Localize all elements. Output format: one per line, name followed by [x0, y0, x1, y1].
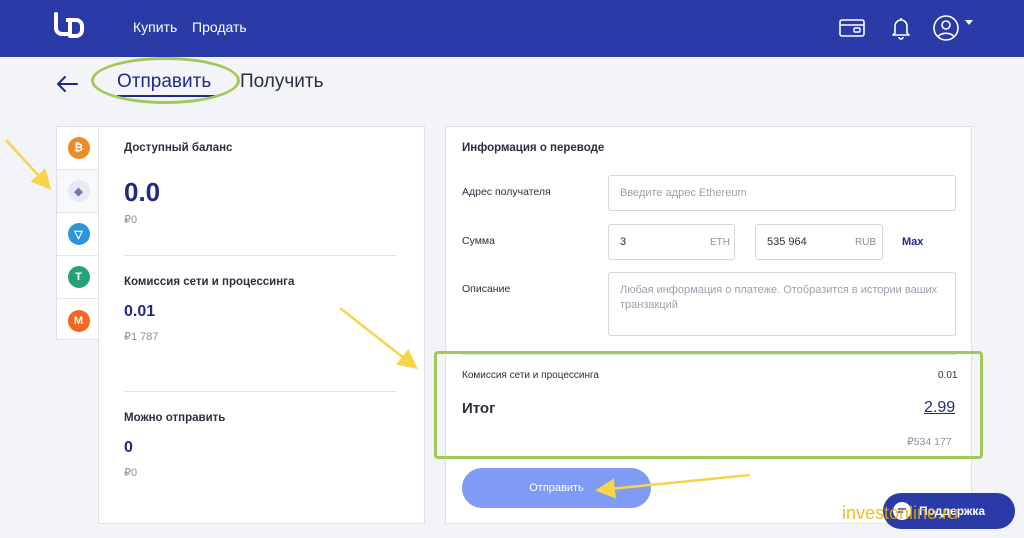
- bitcoin-icon: ₿: [67, 137, 90, 159]
- top-navbar: Купить Продать: [0, 0, 1024, 57]
- divider: [124, 391, 397, 392]
- chevron-down-icon[interactable]: [965, 20, 973, 26]
- highlight-ellipse: [91, 57, 240, 104]
- amount-label: Сумма: [462, 235, 495, 247]
- coin-tether[interactable]: T: [57, 256, 100, 299]
- recipient-address-input[interactable]: [608, 175, 956, 211]
- sendable-rub: ₽0: [124, 467, 138, 479]
- send-button[interactable]: Отправить: [462, 468, 651, 508]
- highlight-box: [434, 351, 983, 459]
- eth-unit: ETH: [710, 237, 730, 248]
- back-arrow-icon[interactable]: [55, 74, 79, 94]
- monero-icon: M: [67, 309, 90, 332]
- available-balance-rub: ₽0: [124, 214, 138, 226]
- bell-icon[interactable]: [887, 14, 915, 42]
- coin-monero[interactable]: M: [57, 299, 100, 342]
- fee-label: Комиссия сети и процессинга: [124, 276, 295, 288]
- coin-bitcoin[interactable]: ₿: [57, 127, 100, 170]
- coin-ethereum[interactable]: ◆: [57, 170, 100, 213]
- arrow-to-ethereum: [5, 139, 52, 190]
- available-balance-value: 0.0: [124, 177, 161, 207]
- user-avatar-icon[interactable]: [932, 14, 960, 42]
- coin-selector: ₿ ◆ ▽ T M: [56, 126, 100, 342]
- transfer-info-title: Информация о переводе: [462, 142, 605, 154]
- sendable-label: Можно отправить: [124, 412, 226, 424]
- tether-icon: T: [67, 266, 90, 288]
- wallet-icon[interactable]: [838, 14, 866, 42]
- address-label: Адрес получателя: [462, 186, 551, 198]
- available-balance-label: Доступный баланс: [124, 142, 233, 154]
- description-input[interactable]: [608, 272, 956, 336]
- ethereum-icon: ◆: [67, 180, 90, 202]
- rub-unit: RUB: [855, 237, 877, 248]
- nav-sell-link[interactable]: Продать: [192, 19, 247, 35]
- divider: [124, 255, 397, 256]
- description-label: Описание: [462, 283, 511, 295]
- fee-value: 0.01: [124, 303, 156, 320]
- nav-buy-link[interactable]: Купить: [133, 19, 177, 35]
- max-button[interactable]: Max: [902, 236, 923, 248]
- tron-icon: ▽: [67, 223, 90, 245]
- tab-receive[interactable]: Получить: [240, 71, 324, 93]
- sendable-value: 0: [124, 439, 133, 456]
- watermark-text: investonline.ru: [842, 503, 959, 523]
- fee-rub: ₽1 787: [124, 331, 159, 343]
- logo-icon[interactable]: [52, 10, 86, 44]
- coin-tron[interactable]: ▽: [57, 213, 100, 256]
